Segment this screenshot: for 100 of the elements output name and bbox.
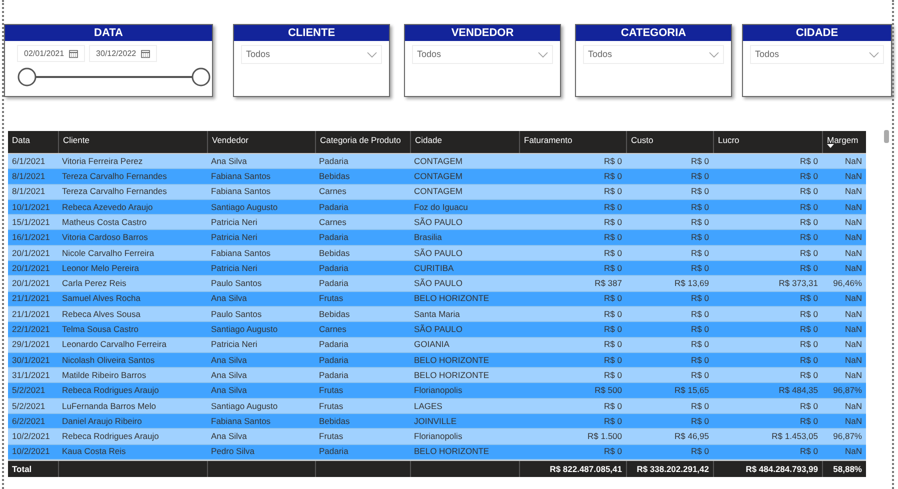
table-cell: R$ 0 bbox=[604, 446, 622, 456]
table-cell: 6/1/2021 bbox=[12, 156, 46, 166]
slider-handle[interactable] bbox=[192, 68, 210, 86]
table-cell: Tereza Carvalho Fernandes bbox=[62, 186, 167, 196]
table-cell: SÃO PAULO bbox=[414, 248, 462, 258]
table-cell: Tereza Carvalho Fernandes bbox=[62, 171, 167, 182]
table-cell: Nicole Carvalho Ferreira bbox=[62, 248, 154, 258]
table-cell: SÃO PAULO bbox=[414, 278, 462, 288]
scrollbar-thumb[interactable] bbox=[884, 130, 889, 143]
dropdown-field[interactable]: Todos bbox=[241, 45, 382, 64]
table-cell: R$ 0 bbox=[800, 324, 818, 334]
table-cell: Patricia Neri bbox=[211, 339, 258, 350]
start-date-field[interactable]: 02/01/2021 bbox=[17, 45, 86, 62]
dropdown-field[interactable]: Todos bbox=[412, 45, 553, 64]
table-cell: R$ 484,35 bbox=[778, 385, 818, 396]
table-cell: Ana Silva bbox=[211, 370, 247, 380]
table-cell: NaN bbox=[844, 293, 862, 304]
table-cell: 20/1/2021 bbox=[12, 278, 50, 288]
table-cell: R$ 1.453,05 bbox=[772, 431, 818, 442]
table-cell: Daniel Araujo Ribeiro bbox=[62, 416, 142, 426]
table-cell: R$ 0 bbox=[800, 186, 818, 196]
table-cell: R$ 0 bbox=[604, 400, 622, 411]
table-cell: R$ 500 bbox=[594, 385, 622, 396]
table-cell: 29/1/2021 bbox=[12, 339, 50, 350]
table-cell: Rebeca Azevedo Araujo bbox=[62, 202, 153, 212]
total-cell: 58,88% bbox=[833, 462, 862, 476]
table-cell: NaN bbox=[844, 400, 862, 411]
table-cell: Bebidas bbox=[319, 171, 350, 182]
table-cell: Nicolash Oliveira Santos bbox=[62, 354, 155, 365]
table-cell: R$ 0 bbox=[800, 354, 818, 365]
table-cell: R$ 0 bbox=[691, 171, 709, 182]
table-cell: R$ 0 bbox=[800, 171, 818, 182]
table-cell: Padaria bbox=[319, 339, 348, 350]
table-cell: Rebeca Rodrigues Araujo bbox=[62, 385, 159, 396]
table-cell: R$ 0 bbox=[800, 400, 818, 411]
table-cell: Florianopolis bbox=[414, 431, 462, 442]
table-cell: Patricia Neri bbox=[211, 216, 258, 227]
table-cell: R$ 1.500 bbox=[588, 431, 622, 442]
table-cell: Leonor Melo Pereira bbox=[62, 262, 140, 273]
table-cell: Brasilia bbox=[414, 232, 442, 242]
table-cell: R$ 0 bbox=[604, 262, 622, 273]
table-cell: R$ 0 bbox=[800, 202, 818, 212]
table-cell: Santa Maria bbox=[414, 308, 460, 319]
table-cell: Frutas bbox=[319, 431, 344, 442]
table-cell: BELO HORIZONTE bbox=[414, 293, 490, 304]
table-cell: CONTAGEM bbox=[414, 186, 462, 196]
table-cell: Patricia Neri bbox=[211, 262, 258, 273]
table-cell: Frutas bbox=[319, 293, 344, 304]
chevron-down-icon bbox=[869, 52, 879, 58]
table-cell: Patricia Neri bbox=[211, 232, 258, 242]
table-cell: 5/2/2021 bbox=[12, 385, 46, 396]
table-cell: Vitoria Ferreira Perez bbox=[62, 156, 143, 166]
table-cell: Fabiana Santos bbox=[211, 171, 271, 182]
table-cell: R$ 0 bbox=[604, 293, 622, 304]
table-cell: R$ 0 bbox=[691, 308, 709, 319]
table-cell: R$ 0 bbox=[800, 446, 818, 456]
table-cell: R$ 0 bbox=[800, 293, 818, 304]
table-cell: SÃO PAULO bbox=[414, 216, 462, 227]
table-cell: Ana Silva bbox=[211, 385, 247, 396]
filter-title: VENDEDOR bbox=[405, 25, 560, 41]
table-cell: NaN bbox=[844, 156, 862, 166]
table-cell: NaN bbox=[844, 324, 862, 334]
table-cell: Rebeca Alves Sousa bbox=[62, 308, 140, 319]
column-header[interactable]: Data bbox=[8, 131, 58, 153]
dropdown-field[interactable]: Todos bbox=[750, 45, 884, 64]
table-cell: NaN bbox=[844, 354, 862, 365]
table-cell: 21/1/2021 bbox=[12, 308, 50, 319]
table-cell: Bebidas bbox=[319, 416, 350, 426]
table-cell: R$ 15,65 bbox=[674, 385, 709, 396]
table-cell: R$ 0 bbox=[691, 293, 709, 304]
table-cell: Padaria bbox=[319, 156, 348, 166]
table-cell: NaN bbox=[844, 232, 862, 242]
table-cell: NaN bbox=[844, 370, 862, 380]
table-cell: 20/1/2021 bbox=[12, 248, 50, 258]
table-cell: Fabiana Santos bbox=[211, 416, 271, 426]
table-cell: 20/1/2021 bbox=[12, 262, 50, 273]
table-cell: 15/1/2021 bbox=[12, 216, 50, 227]
table-cell: R$ 0 bbox=[800, 216, 818, 227]
table-cell: R$ 0 bbox=[691, 248, 709, 258]
table-cell: Frutas bbox=[319, 385, 344, 396]
table-cell: Bebidas bbox=[319, 308, 350, 319]
table-cell: LAGES bbox=[414, 400, 442, 411]
table-cell: R$ 0 bbox=[691, 446, 709, 456]
table-cell: BELO HORIZONTE bbox=[414, 446, 490, 456]
table-cell: R$ 0 bbox=[691, 400, 709, 411]
table-cell: R$ 0 bbox=[800, 232, 818, 242]
table-cell: R$ 13,69 bbox=[674, 278, 709, 288]
end-date-field[interactable]: 30/12/2022 bbox=[89, 45, 158, 62]
table-cell: R$ 0 bbox=[604, 202, 622, 212]
slider-handle[interactable] bbox=[18, 68, 36, 86]
table-cell: GOIANIA bbox=[414, 339, 450, 350]
table-cell: Santiago Augusto bbox=[211, 202, 278, 212]
dropdown-field[interactable]: Todos bbox=[583, 45, 724, 64]
table-cell: BELO HORIZONTE bbox=[414, 354, 490, 365]
table-cell: NaN bbox=[844, 248, 862, 258]
table-cell: 21/1/2021 bbox=[12, 293, 50, 304]
table-cell: NaN bbox=[844, 186, 862, 196]
table-cell: Padaria bbox=[319, 232, 348, 242]
table-cell: R$ 0 bbox=[691, 186, 709, 196]
filter-title: CLIENTE bbox=[234, 25, 389, 41]
